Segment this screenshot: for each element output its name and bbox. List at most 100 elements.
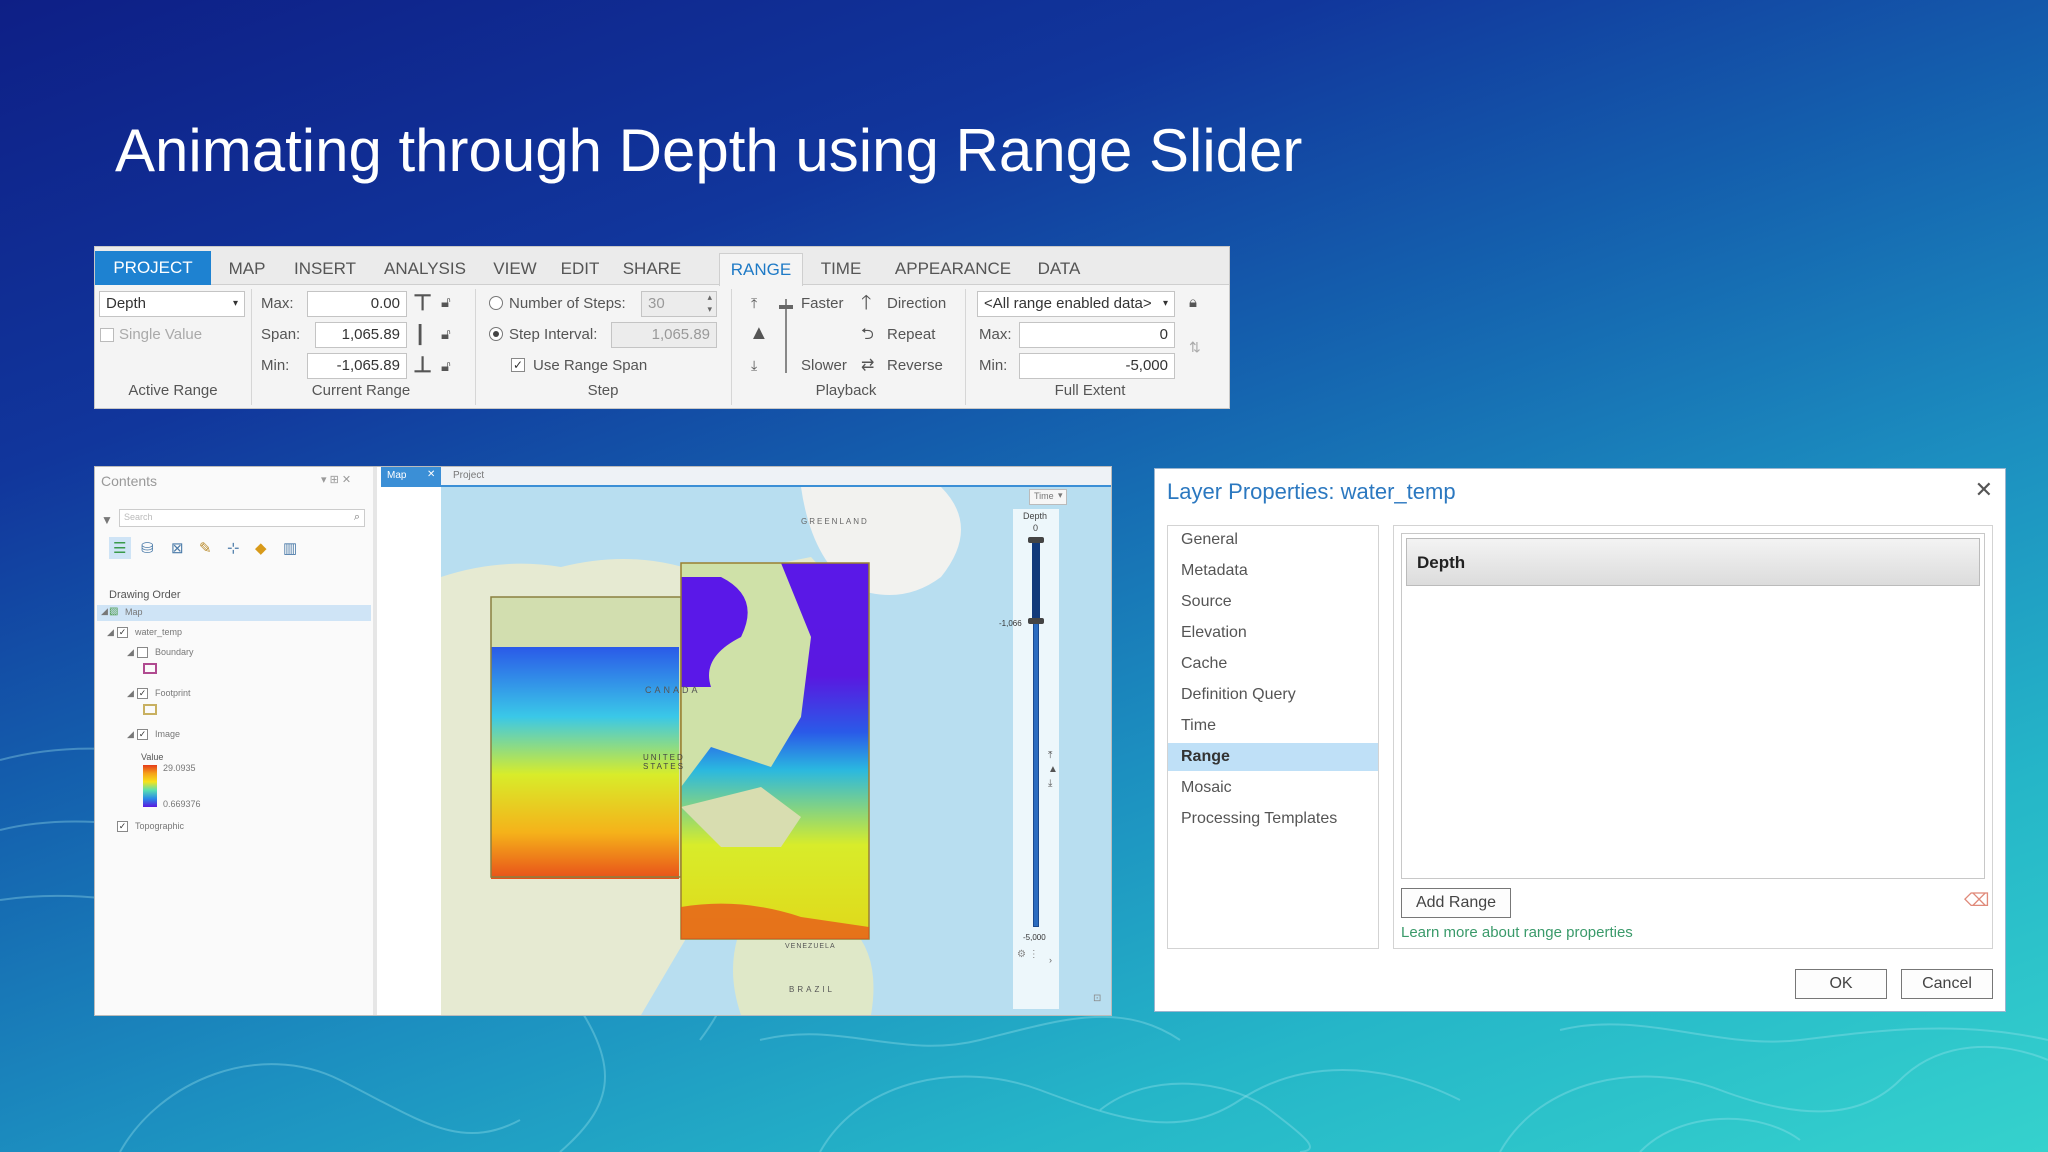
layers-icon: ☰ xyxy=(113,540,127,557)
stepper-arrows-icon[interactable]: ▴ ▾ xyxy=(707,291,712,315)
step-interval-radio[interactable] xyxy=(489,327,503,341)
current-max-input[interactable]: 0.00 xyxy=(307,291,407,317)
number-of-steps-input[interactable]: 30 ▴ ▾ xyxy=(641,291,717,317)
contents-pane: Contents ▾ ⊞ ✕ ▼ Search ⌕ ☰ ⛁ ⊠ ✎ ⊹ ◆ ▥ … xyxy=(95,467,377,1015)
unlock-max-icon[interactable]: 🔓︎ xyxy=(441,293,451,313)
tab-edit[interactable]: EDIT xyxy=(555,253,605,285)
water-temp-checkbox[interactable]: ✓ xyxy=(117,627,128,638)
lock-icon[interactable]: 🔒︎ xyxy=(1189,293,1197,313)
search-icon: ⌕ xyxy=(353,511,360,523)
speed-slider-thumb[interactable] xyxy=(779,305,793,309)
nav-item-processing-templates[interactable]: Processing Templates xyxy=(1168,805,1378,833)
expand-icon[interactable]: ◢ xyxy=(127,647,134,658)
expand-icon[interactable]: ◢ xyxy=(127,729,134,740)
eraser-icon[interactable]: ⌫ xyxy=(1964,890,1989,910)
add-range-button[interactable]: Add Range xyxy=(1401,888,1511,918)
speed-slider-track[interactable] xyxy=(785,299,787,373)
tab-appearance[interactable]: APPEARANCE xyxy=(885,253,1021,285)
tab-project-view[interactable]: Project xyxy=(453,470,484,481)
extent-min-input[interactable]: -5,000 xyxy=(1019,353,1175,379)
range-list: Depth xyxy=(1401,533,1985,879)
nav-item-cache[interactable]: Cache xyxy=(1168,650,1378,678)
nav-item-elevation[interactable]: Elevation xyxy=(1168,619,1378,647)
skip-to-start-icon[interactable]: ⤓ xyxy=(751,355,757,375)
tab-view[interactable]: VIEW xyxy=(485,253,545,285)
chart-icon[interactable]: ▥ xyxy=(283,539,297,557)
nav-item-time[interactable]: Time xyxy=(1168,712,1378,740)
pane-controls-icon[interactable]: ▾ ⊞ ✕ xyxy=(321,473,351,486)
cancel-button[interactable]: Cancel xyxy=(1901,969,1993,999)
step-interval-input[interactable]: 1,065.89 xyxy=(611,322,717,348)
depth-playback-icon[interactable]: ⤒ ▲ ⤓ xyxy=(1048,749,1058,791)
tab-range[interactable]: RANGE xyxy=(719,253,803,286)
selection-icon[interactable]: ⊠ xyxy=(171,539,184,557)
chevron-right-icon[interactable]: › xyxy=(1049,955,1052,965)
tab-project[interactable]: PROJECT xyxy=(95,251,211,285)
reverse-label[interactable]: Reverse xyxy=(887,357,943,374)
ribbon-tab-bar: PROJECT MAP INSERT ANALYSIS VIEW EDIT SH… xyxy=(95,247,1229,286)
nav-item-definition-query[interactable]: Definition Query xyxy=(1168,681,1378,709)
tab-map[interactable]: MAP xyxy=(219,253,275,285)
expand-icon[interactable]: ◢ xyxy=(127,688,134,699)
tab-analysis[interactable]: ANALYSIS xyxy=(377,253,473,285)
tab-insert[interactable]: INSERT xyxy=(285,253,365,285)
active-range-dropdown[interactable]: Depth ▾ xyxy=(99,291,245,317)
number-of-steps-radio[interactable] xyxy=(489,296,503,310)
tab-share[interactable]: SHARE xyxy=(615,253,689,285)
time-toggle[interactable]: Time ▾ xyxy=(1029,489,1067,505)
range-bottom-icon[interactable]: ⊥ xyxy=(413,354,432,376)
direction-arrow-icon[interactable]: 🡑 xyxy=(861,293,871,313)
close-icon[interactable]: ✕ xyxy=(1975,477,1993,503)
close-icon[interactable]: ✕ xyxy=(427,469,435,480)
current-min-input[interactable]: -1,065.89 xyxy=(307,353,407,379)
slider-settings-icon[interactable]: ⚙ ⋮ xyxy=(1017,949,1039,960)
range-top-icon[interactable]: ⊤ xyxy=(413,292,432,314)
database-icon[interactable]: ⛁ xyxy=(141,539,154,557)
image-checkbox[interactable]: ✓ xyxy=(137,729,148,740)
nav-item-source[interactable]: Source xyxy=(1168,588,1378,616)
contents-search-input[interactable]: Search ⌕ xyxy=(119,509,365,527)
depth-slider-range[interactable] xyxy=(1032,539,1040,620)
topographic-checkbox[interactable]: ✓ xyxy=(117,821,128,832)
learn-more-link[interactable]: Learn more about range properties xyxy=(1401,924,1633,941)
use-range-span-checkbox[interactable]: ✓ xyxy=(511,358,525,372)
nav-item-range[interactable]: Range xyxy=(1168,743,1378,771)
expand-icon[interactable]: ◢ xyxy=(101,606,108,617)
basemap[interactable]: GREENLAND CANADA UNITED STATES VENEZUELA… xyxy=(381,487,1111,1015)
unlock-min-icon[interactable]: 🔓︎ xyxy=(441,357,451,377)
depth-slider-bottom-thumb[interactable] xyxy=(1028,618,1044,624)
footprint-checkbox[interactable]: ✓ xyxy=(137,688,148,699)
repeat-label[interactable]: Repeat xyxy=(887,326,935,343)
ok-button[interactable]: OK xyxy=(1795,969,1887,999)
tab-map-view[interactable]: Map ✕ xyxy=(381,467,441,487)
nav-item-general[interactable]: General xyxy=(1168,526,1378,554)
single-value-checkbox[interactable] xyxy=(100,328,114,342)
tab-time[interactable]: TIME xyxy=(813,253,869,285)
tab-data[interactable]: DATA xyxy=(1029,253,1089,285)
range-item-depth[interactable]: Depth xyxy=(1406,538,1980,586)
skip-to-end-icon[interactable]: ⤒ xyxy=(751,293,757,313)
overview-icon[interactable]: ⊡ xyxy=(1093,993,1101,1004)
current-span-input[interactable]: 1,065.89 xyxy=(315,322,407,348)
play-icon[interactable]: ▲ xyxy=(749,323,769,343)
full-extent-dropdown[interactable]: <All range enabled data> ▾ xyxy=(977,291,1175,317)
max-label: Max: xyxy=(261,295,294,312)
repeat-icon[interactable]: ⮌ xyxy=(861,325,874,345)
unlock-span-icon[interactable]: 🔓︎ xyxy=(441,325,451,345)
depth-slider-top-thumb[interactable] xyxy=(1028,537,1044,543)
label-icon[interactable]: ◆ xyxy=(255,539,267,557)
expand-icon[interactable]: ◢ xyxy=(107,627,114,638)
depth-slider-panel: Depth 0 -1,066 ⤒ ▲ ⤓ -5,000 ⚙ ⋮ › xyxy=(999,509,1059,1009)
reverse-icon[interactable]: ⇄ xyxy=(861,356,874,376)
edit-pencil-icon[interactable]: ✎ xyxy=(199,539,212,557)
nav-item-mosaic[interactable]: Mosaic xyxy=(1168,774,1378,802)
range-span-icon[interactable]: | xyxy=(417,322,423,344)
swap-icon[interactable]: ⇅ xyxy=(1189,337,1201,357)
filter-icon[interactable]: ▼ xyxy=(101,513,113,527)
map-view[interactable]: Map ✕ Project GREENLAND CANADA UNITED ST… xyxy=(381,467,1111,1015)
snapping-icon[interactable]: ⊹ xyxy=(227,539,240,557)
boundary-checkbox[interactable] xyxy=(137,647,148,658)
direction-label[interactable]: Direction xyxy=(887,295,946,312)
extent-max-input[interactable]: 0 xyxy=(1019,322,1175,348)
nav-item-metadata[interactable]: Metadata xyxy=(1168,557,1378,585)
